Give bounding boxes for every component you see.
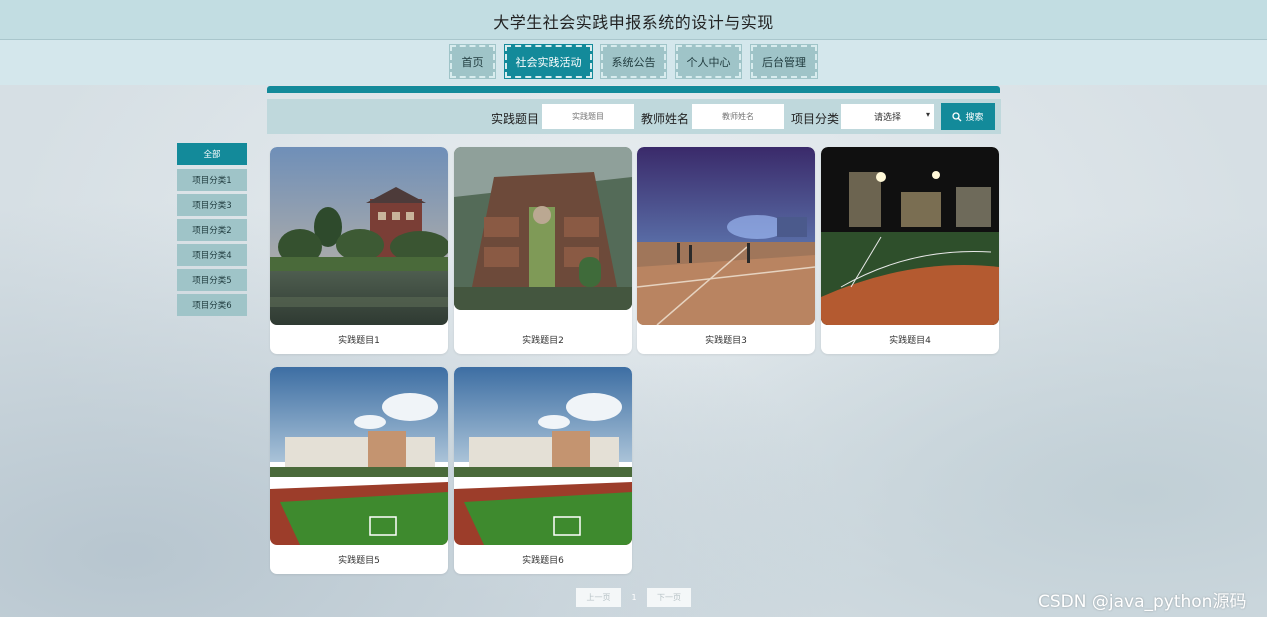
section-divider (267, 86, 1000, 93)
prev-page-button[interactable]: 上一页 (576, 588, 621, 607)
nav-announcements[interactable]: 系统公告 (600, 44, 667, 79)
card-title[interactable]: 实践题目4 (821, 333, 999, 346)
search-bar: 实践题目 教师姓名 项目分类 请选择 ▾ 搜索 (267, 99, 1001, 134)
main-nav: 首页 社会实践活动 系统公告 个人中心 后台管理 (0, 44, 1267, 79)
card-image[interactable] (454, 367, 632, 545)
category-item[interactable]: 项目分类6 (177, 294, 247, 316)
site-title: 大学生社会实践申报系统的设计与实现 (493, 13, 774, 32)
nav-admin[interactable]: 后台管理 (750, 44, 818, 79)
category-item[interactable]: 项目分类3 (177, 194, 247, 216)
card-image[interactable] (821, 147, 999, 325)
teacher-input[interactable] (692, 104, 784, 129)
search-button[interactable]: 搜索 (941, 103, 995, 130)
topic-label: 实践题目 (491, 112, 540, 126)
topic-input[interactable] (542, 104, 634, 129)
card-image[interactable] (270, 147, 448, 325)
header-bar: 大学生社会实践申报系统的设计与实现 (0, 0, 1267, 40)
card-title[interactable]: 实践题目2 (454, 333, 632, 346)
category-label: 项目分类 (791, 112, 840, 126)
next-page-button[interactable]: 下一页 (647, 588, 691, 607)
chevron-down-icon: ▾ (925, 110, 930, 119)
card-title[interactable]: 实践题目3 (637, 333, 815, 346)
search-button-label: 搜索 (965, 113, 984, 123)
practice-card[interactable]: 实践题目1 (270, 147, 448, 354)
card-title[interactable]: 实践题目6 (454, 553, 632, 566)
card-title[interactable]: 实践题目1 (270, 333, 448, 346)
category-all[interactable]: 全部 (177, 143, 247, 165)
card-image[interactable] (637, 147, 815, 325)
nav-home[interactable]: 首页 (449, 44, 496, 79)
practice-card[interactable]: 实践题目4 (821, 147, 999, 354)
practice-card[interactable]: 实践题目3 (637, 147, 815, 354)
search-icon (952, 111, 962, 121)
current-page[interactable]: 1 (624, 588, 644, 607)
card-image[interactable] (454, 147, 632, 310)
card-title[interactable]: 实践题目5 (270, 553, 448, 566)
category-item[interactable]: 项目分类2 (177, 219, 247, 241)
watermark: CSDN @java_python源码 (1038, 592, 1247, 612)
nav-social-practice[interactable]: 社会实践活动 (504, 44, 593, 79)
practice-card[interactable]: 实践题目5 (270, 367, 448, 574)
category-item[interactable]: 项目分类1 (177, 169, 247, 191)
category-item[interactable]: 项目分类5 (177, 269, 247, 291)
practice-card[interactable]: 实践题目2 (454, 147, 632, 354)
category-select[interactable]: 请选择 ▾ (841, 104, 934, 129)
teacher-label: 教师姓名 (641, 112, 690, 126)
practice-card[interactable]: 实践题目6 (454, 367, 632, 574)
nav-personal-center[interactable]: 个人中心 (675, 44, 742, 79)
category-item[interactable]: 项目分类4 (177, 244, 247, 266)
category-selected-value: 请选择 (873, 113, 901, 123)
card-image[interactable] (270, 367, 448, 545)
